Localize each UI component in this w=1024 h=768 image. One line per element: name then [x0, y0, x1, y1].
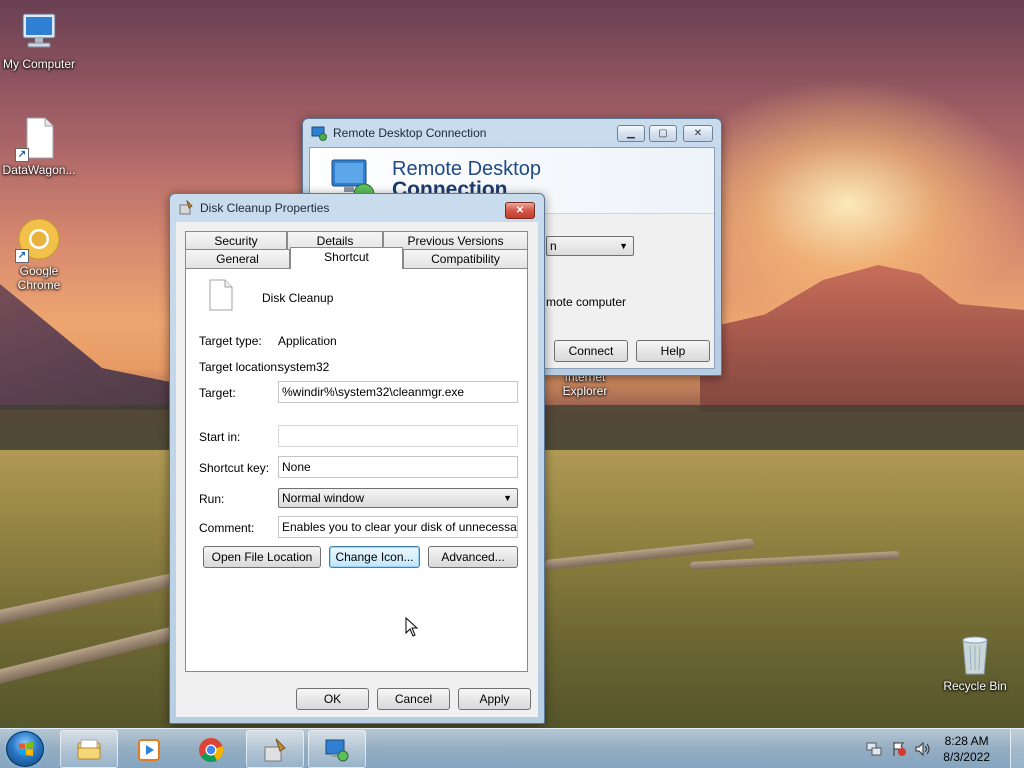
start-in-input[interactable] [278, 425, 518, 447]
target-type-label: Target type: [199, 334, 262, 348]
shortcut-name: Disk Cleanup [262, 291, 334, 305]
change-icon-button[interactable]: Change Icon... [329, 546, 420, 568]
remote-desktop-icon [325, 739, 349, 762]
desktop-icon-label: DataWagon... [2, 163, 76, 177]
divider [199, 413, 517, 414]
taskbar-windows-explorer[interactable] [60, 730, 118, 768]
windows-logo-icon [19, 742, 33, 756]
desktop-icon-datawagon[interactable]: ↗ DataWagon... [0, 116, 79, 177]
desktop-icon-google-chrome[interactable]: ↗ Google Chrome [0, 217, 79, 292]
taskbar-media-player[interactable] [120, 730, 178, 768]
system-clock[interactable]: 8:28 AM 8/3/2022 [943, 733, 990, 765]
cleanmgr-icon [179, 200, 193, 215]
desktop-icon-label: Recycle Bin [943, 679, 1007, 693]
shortcut-arrow-icon: ↗ [15, 249, 29, 263]
ok-button[interactable]: OK [296, 688, 369, 710]
desktop-icon-label: Google Chrome [17, 264, 61, 292]
tab-general[interactable]: General [185, 249, 290, 268]
desktop-icon-recycle-bin[interactable]: Recycle Bin [935, 632, 1015, 693]
remote-desktop-icon [311, 126, 327, 141]
tab-previous-versions[interactable]: Previous Versions [383, 231, 528, 250]
run-label: Run: [199, 492, 225, 506]
recycle-bin-icon [953, 632, 997, 676]
target-location-label: Target location: [199, 360, 281, 374]
open-file-location-button[interactable]: Open File Location [203, 546, 321, 568]
tab-compatibility[interactable]: Compatibility [403, 249, 528, 268]
properties-client-area: Security Details Previous Versions Gener… [176, 222, 538, 717]
wallpaper-mountain-right [700, 265, 1024, 412]
maximize-button[interactable]: ▢ [649, 125, 677, 142]
help-button[interactable]: Help [636, 340, 710, 362]
mouse-cursor-icon [405, 617, 419, 637]
desktop-icon-label: My Computer [2, 57, 76, 71]
media-player-icon [138, 739, 160, 761]
properties-title: Disk Cleanup Properties [200, 201, 330, 215]
target-type-value: Application [278, 334, 337, 348]
shortcut-arrow-icon: ↗ [15, 148, 29, 162]
start-in-label: Start in: [199, 430, 241, 444]
file-shortcut-icon: ↗ [15, 116, 61, 162]
chevron-down-icon: ▼ [619, 241, 628, 251]
computer-combo[interactable]: n ▼ [546, 236, 634, 256]
target-location-value: system32 [278, 360, 330, 374]
minimize-button[interactable]: ▁ [617, 125, 645, 142]
chevron-down-icon: ▼ [503, 493, 512, 503]
start-button[interactable] [6, 731, 44, 767]
network-icon[interactable] [866, 741, 882, 757]
rdc-title: Remote Desktop Connection [333, 126, 487, 140]
comment-input[interactable]: Enables you to clear your disk of unnece… [278, 516, 518, 538]
clock-time: 8:28 AM [944, 734, 989, 748]
taskbar-chrome[interactable] [182, 730, 240, 768]
shortcut-key-input[interactable]: None [278, 456, 518, 478]
clock-date: 8/3/2022 [943, 750, 990, 764]
taskbar-disk-cleanup[interactable] [246, 730, 304, 768]
advanced-button[interactable]: Advanced... [428, 546, 518, 568]
close-button[interactable]: ✕ [505, 202, 535, 219]
taskbar-remote-desktop[interactable] [308, 730, 366, 768]
chrome-icon: ↗ [15, 217, 61, 263]
close-button[interactable]: ✕ [683, 125, 713, 142]
run-select[interactable]: Normal window ▼ [278, 488, 518, 508]
cancel-button[interactable]: Cancel [377, 688, 450, 710]
computer-icon [17, 10, 61, 54]
tab-security[interactable]: Security [185, 231, 287, 250]
rdc-hint-text: mote computer [546, 295, 627, 309]
rdc-titlebar[interactable]: Remote Desktop Connection ▁ ▢ ✕ [303, 119, 721, 147]
desktop-icon-my-computer[interactable]: My Computer [0, 10, 79, 71]
properties-titlebar[interactable]: Disk Cleanup Properties ✕ [170, 194, 544, 222]
taskbar: 8:28 AM 8/3/2022 [0, 728, 1024, 768]
windows-explorer-icon [77, 739, 101, 760]
shortcut-tab-page: Disk Cleanup Target type: Application Ta… [185, 268, 528, 672]
tab-shortcut[interactable]: Shortcut [290, 247, 403, 269]
action-center-flag-icon[interactable] [891, 741, 907, 757]
divider [199, 320, 517, 321]
cleanmgr-icon [264, 738, 286, 762]
volume-icon[interactable] [914, 741, 932, 757]
connect-button[interactable]: Connect [554, 340, 628, 362]
target-input[interactable]: %windir%\system32\cleanmgr.exe [278, 381, 518, 403]
chrome-icon [199, 738, 224, 763]
shortcut-key-label: Shortcut key: [199, 461, 270, 475]
target-label: Target: [199, 386, 236, 400]
show-desktop-button[interactable] [1010, 729, 1024, 768]
apply-button[interactable]: Apply [458, 688, 531, 710]
comment-label: Comment: [199, 521, 255, 535]
disk-cleanup-properties-window[interactable]: Disk Cleanup Properties ✕ Security Detai… [169, 193, 545, 724]
document-icon [209, 279, 233, 311]
